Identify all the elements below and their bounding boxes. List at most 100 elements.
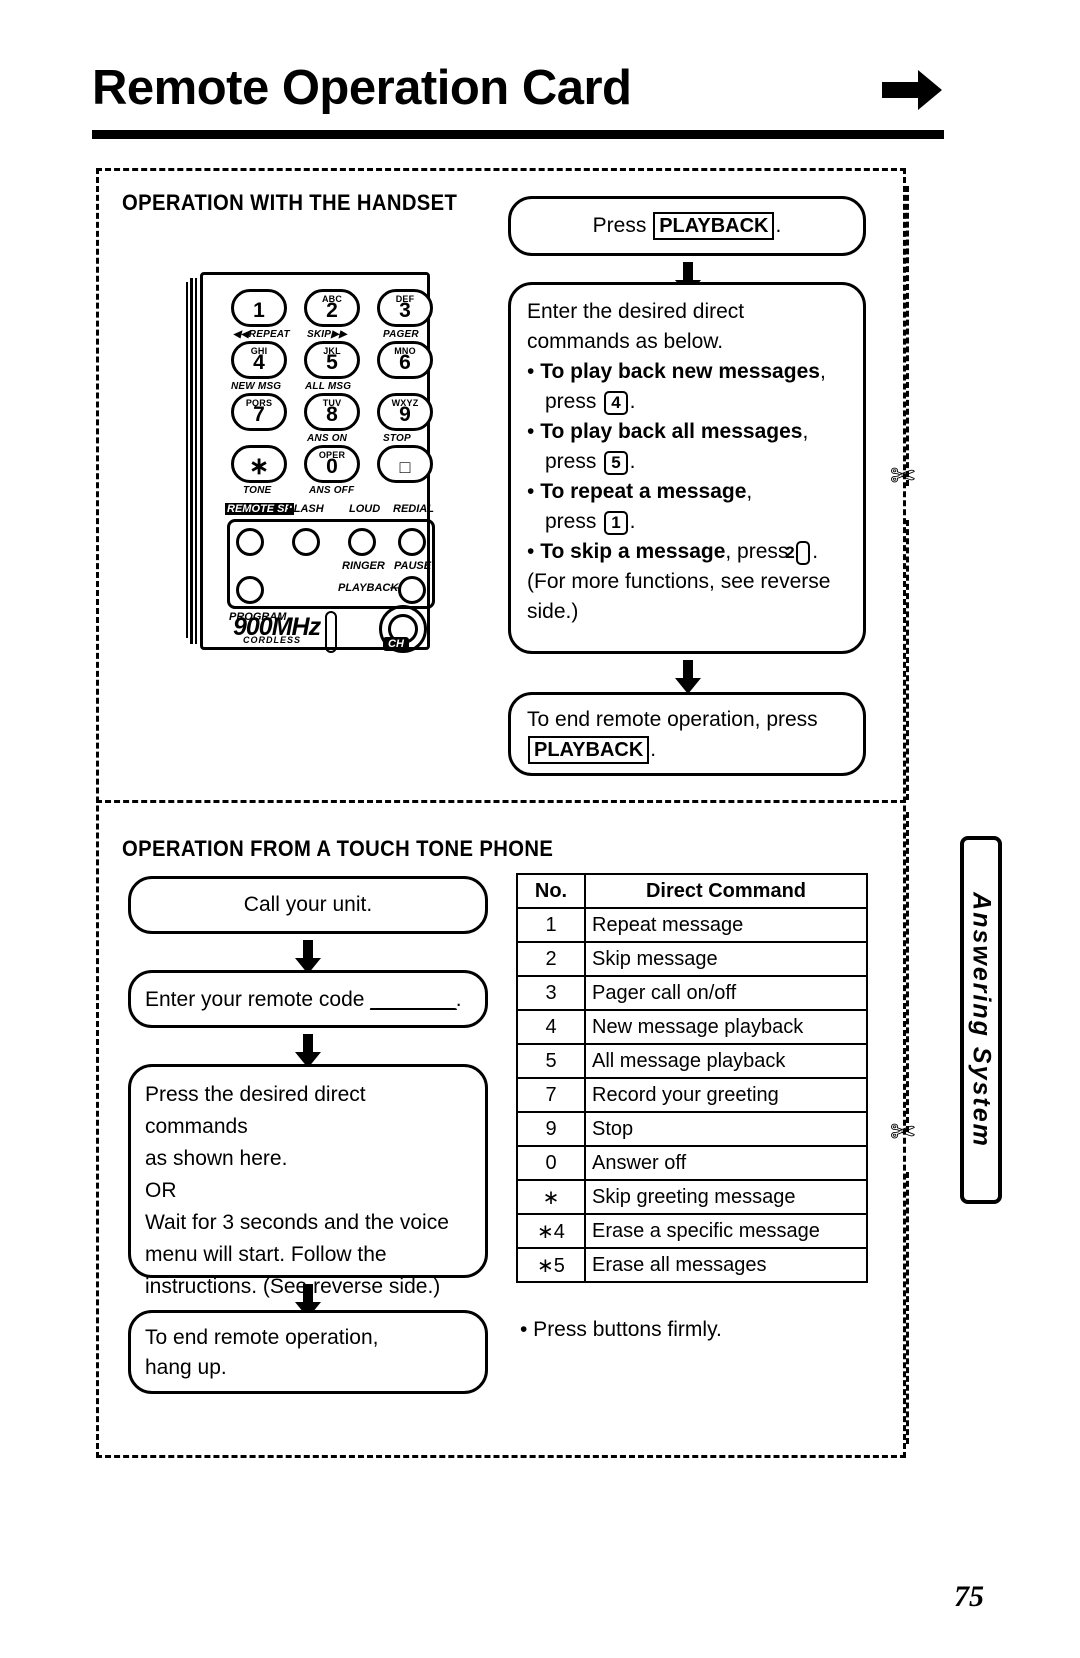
- bullet-1-bold: To play back new messages: [540, 360, 820, 383]
- step3-pre-text: To end remote operation, press: [527, 708, 818, 731]
- table-row: 7 Record your greeting: [516, 1077, 868, 1113]
- key-3: DEF 3: [377, 289, 433, 327]
- step-call-unit-text: Call your unit.: [243, 893, 373, 916]
- step-press-playback-box: Press PLAYBACK.: [508, 196, 866, 256]
- bullet-2-key: 5: [604, 451, 628, 475]
- row-command: Skip greeting message: [584, 1179, 868, 1215]
- page-title: Remote Operation Card: [92, 61, 632, 115]
- table-row: ∗4 Erase a specific message: [516, 1213, 868, 1249]
- cut-line-top-lower: [906, 520, 909, 800]
- fn-button-program: [236, 576, 264, 604]
- fn-button-playback: [398, 576, 426, 604]
- row-no: 3: [516, 975, 586, 1011]
- step1-post-text: .: [775, 214, 782, 237]
- cut-line-bottom-lower: [906, 1172, 909, 1444]
- row-command: Skip message: [584, 941, 868, 977]
- key-5-sublabel: ALL MSG: [305, 381, 352, 392]
- key-8-sublabel: ANS ON: [307, 433, 348, 444]
- playback-key-label-2: PLAYBACK: [528, 736, 650, 764]
- key-7-letters: PQRS: [245, 398, 273, 408]
- step-press-commands-box: Press the desired direct commands as sho…: [128, 1064, 488, 1298]
- step4-line-1: To end remote operation,: [145, 1326, 379, 1349]
- label-remote-sp: REMOTE SP: [225, 503, 294, 515]
- row-no: 7: [516, 1077, 586, 1113]
- label-loud: LOUD: [349, 503, 381, 515]
- table-row: 2 Skip message: [516, 941, 868, 977]
- step2-note-line1: (For more functions, see reverse: [527, 570, 831, 593]
- step-remote-code-box: Enter your remote code ________.: [128, 970, 488, 1028]
- key-2-sublabel: SKIP▶▶: [307, 329, 347, 340]
- key-9-letters: WXYZ: [391, 398, 419, 408]
- row-command: Record your greeting: [584, 1077, 868, 1113]
- key-star-digit: ∗: [248, 452, 270, 480]
- key-2: ABC 2: [304, 289, 360, 327]
- table-row: 4 New message playback: [516, 1009, 868, 1045]
- step-enter-commands-box: Enter the desired direct commands as bel…: [508, 282, 866, 654]
- bullet-4-after: , press: [725, 540, 789, 563]
- row-command: Erase all messages: [584, 1247, 868, 1283]
- bullet-1-press-line: press 4.: [527, 387, 847, 417]
- step4-line-2: hang up.: [145, 1356, 227, 1379]
- bullet-3-key: 1: [604, 511, 628, 535]
- table-header-row: No. Direct Command: [516, 873, 868, 909]
- bullet-4-bold: To skip a message: [540, 540, 726, 563]
- key-star: ∗: [231, 445, 287, 483]
- bullet-1-tail: .: [629, 390, 636, 413]
- step3-key-line: PLAYBACK.: [527, 735, 847, 765]
- scissors-icon-bottom: ✄: [890, 1116, 916, 1149]
- bullet-repeat: • To repeat a message,: [527, 480, 753, 503]
- step3-post-text: .: [650, 738, 657, 761]
- step2-intro-line1: Enter the desired direct: [527, 300, 745, 323]
- right-arrow-icon: [882, 70, 942, 110]
- row-no: 2: [516, 941, 586, 977]
- key-9: WXYZ 9: [377, 393, 433, 431]
- row-no: 5: [516, 1043, 586, 1079]
- label-ringer: RINGER: [342, 560, 385, 572]
- handset-function-panel: RINGER PAUSE PLAYBACK —: [227, 519, 435, 609]
- bullet-2-after: ,: [802, 420, 809, 443]
- key-2-letters: ABC: [321, 294, 343, 304]
- row-command: Stop: [584, 1111, 868, 1147]
- bullet-3-press: press: [545, 510, 597, 533]
- row-command: Erase a specific message: [584, 1213, 868, 1249]
- table-row: ∗5 Erase all messages: [516, 1247, 868, 1283]
- step-hang-up-box: To end remote operation, hang up.: [128, 1310, 488, 1394]
- handset-function-labels: REMOTE SP FLASH LOUD REDIAL: [225, 503, 437, 517]
- key-9-sublabel: STOP: [383, 433, 411, 444]
- table-row: ∗ Skip greeting message: [516, 1179, 868, 1215]
- row-no: 1: [516, 907, 586, 943]
- key-5: JKL 5: [304, 341, 360, 379]
- playback-arrow-icon: —: [390, 582, 401, 594]
- row-no: ∗4: [516, 1213, 586, 1249]
- key-8-letters: TUV: [322, 398, 342, 408]
- step2-intro-line2: commands as below.: [527, 330, 724, 353]
- side-tab-answering-system: Answering System: [960, 836, 1002, 1204]
- step-remote-code-post: .: [455, 988, 462, 1011]
- handset-illustration: 1 ABC 2 DEF 3 ◀◀REPEAT SKIP▶▶ PAGER GHI …: [186, 272, 442, 653]
- table-header-command: Direct Command: [584, 873, 868, 909]
- bullet-skip: • To skip a message, press 2.: [527, 540, 819, 565]
- key-0-sublabel: ANS OFF: [309, 485, 355, 496]
- fn-button-loud: [348, 528, 376, 556]
- table-header-no: No.: [516, 873, 586, 909]
- key-star-sublabel: TONE: [243, 485, 272, 496]
- cut-line-bottom: [906, 812, 909, 1132]
- key-7: PQRS 7: [231, 393, 287, 431]
- cut-line-top: [906, 186, 909, 486]
- key-5-letters: JKL: [323, 346, 341, 356]
- step-end-operation-box: To end remote operation, press PLAYBACK.: [508, 692, 866, 776]
- step3-line-1: Press the desired direct commands: [145, 1083, 366, 1138]
- bullet-3-after: ,: [746, 480, 753, 503]
- key-4-letters: GHI: [250, 346, 268, 356]
- step3-line-5: menu will start. Follow the: [145, 1243, 387, 1266]
- handset-mic-slot: [325, 611, 337, 653]
- handset-edge-inner: [190, 278, 197, 644]
- key-3-sublabel: PAGER: [383, 329, 419, 340]
- key-4: GHI 4: [231, 341, 287, 379]
- handset-body: 1 ABC 2 DEF 3 ◀◀REPEAT SKIP▶▶ PAGER GHI …: [200, 272, 435, 653]
- row-no: 0: [516, 1145, 586, 1181]
- label-flash: FLASH: [287, 503, 324, 515]
- table-row: 9 Stop: [516, 1111, 868, 1147]
- press-buttons-note: • Press buttons firmly.: [520, 1318, 722, 1341]
- playback-key-label: PLAYBACK: [653, 212, 775, 240]
